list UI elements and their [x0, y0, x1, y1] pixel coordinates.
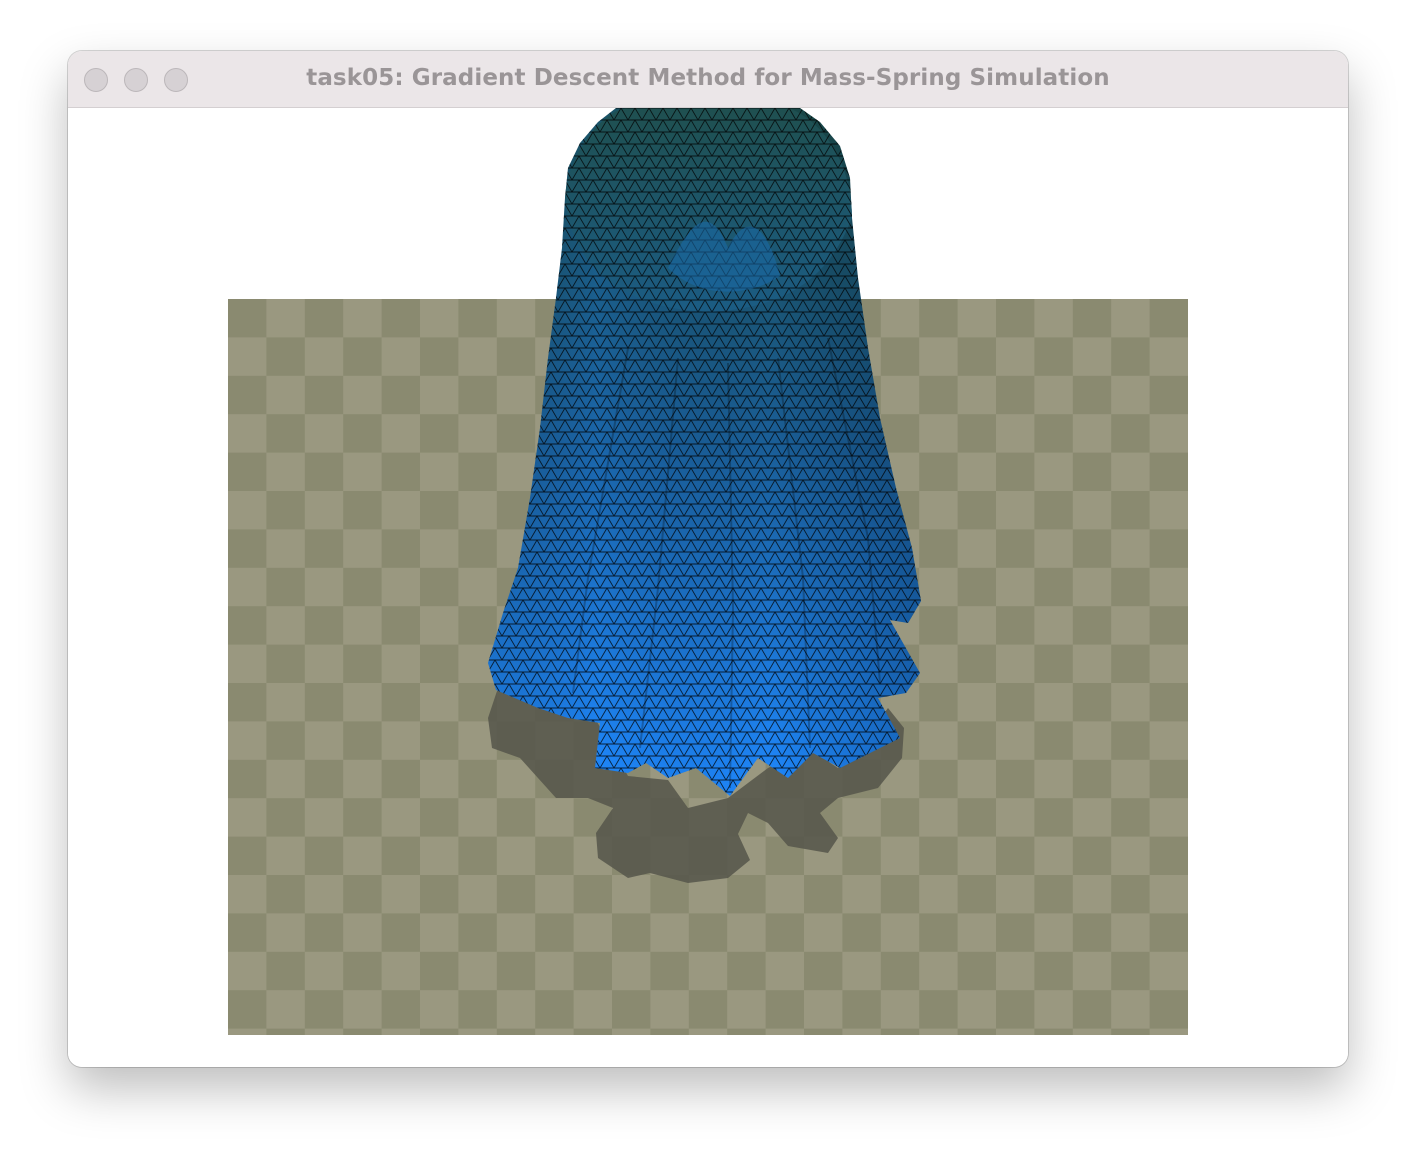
gl-viewport[interactable]	[68, 108, 1348, 1067]
app-window: task05: Gradient Descent Method for Mass…	[68, 51, 1348, 1067]
simulation-canvas[interactable]	[68, 108, 1348, 1067]
title-bar[interactable]: task05: Gradient Descent Method for Mass…	[68, 51, 1348, 108]
window-title: task05: Gradient Descent Method for Mass…	[306, 65, 1110, 91]
